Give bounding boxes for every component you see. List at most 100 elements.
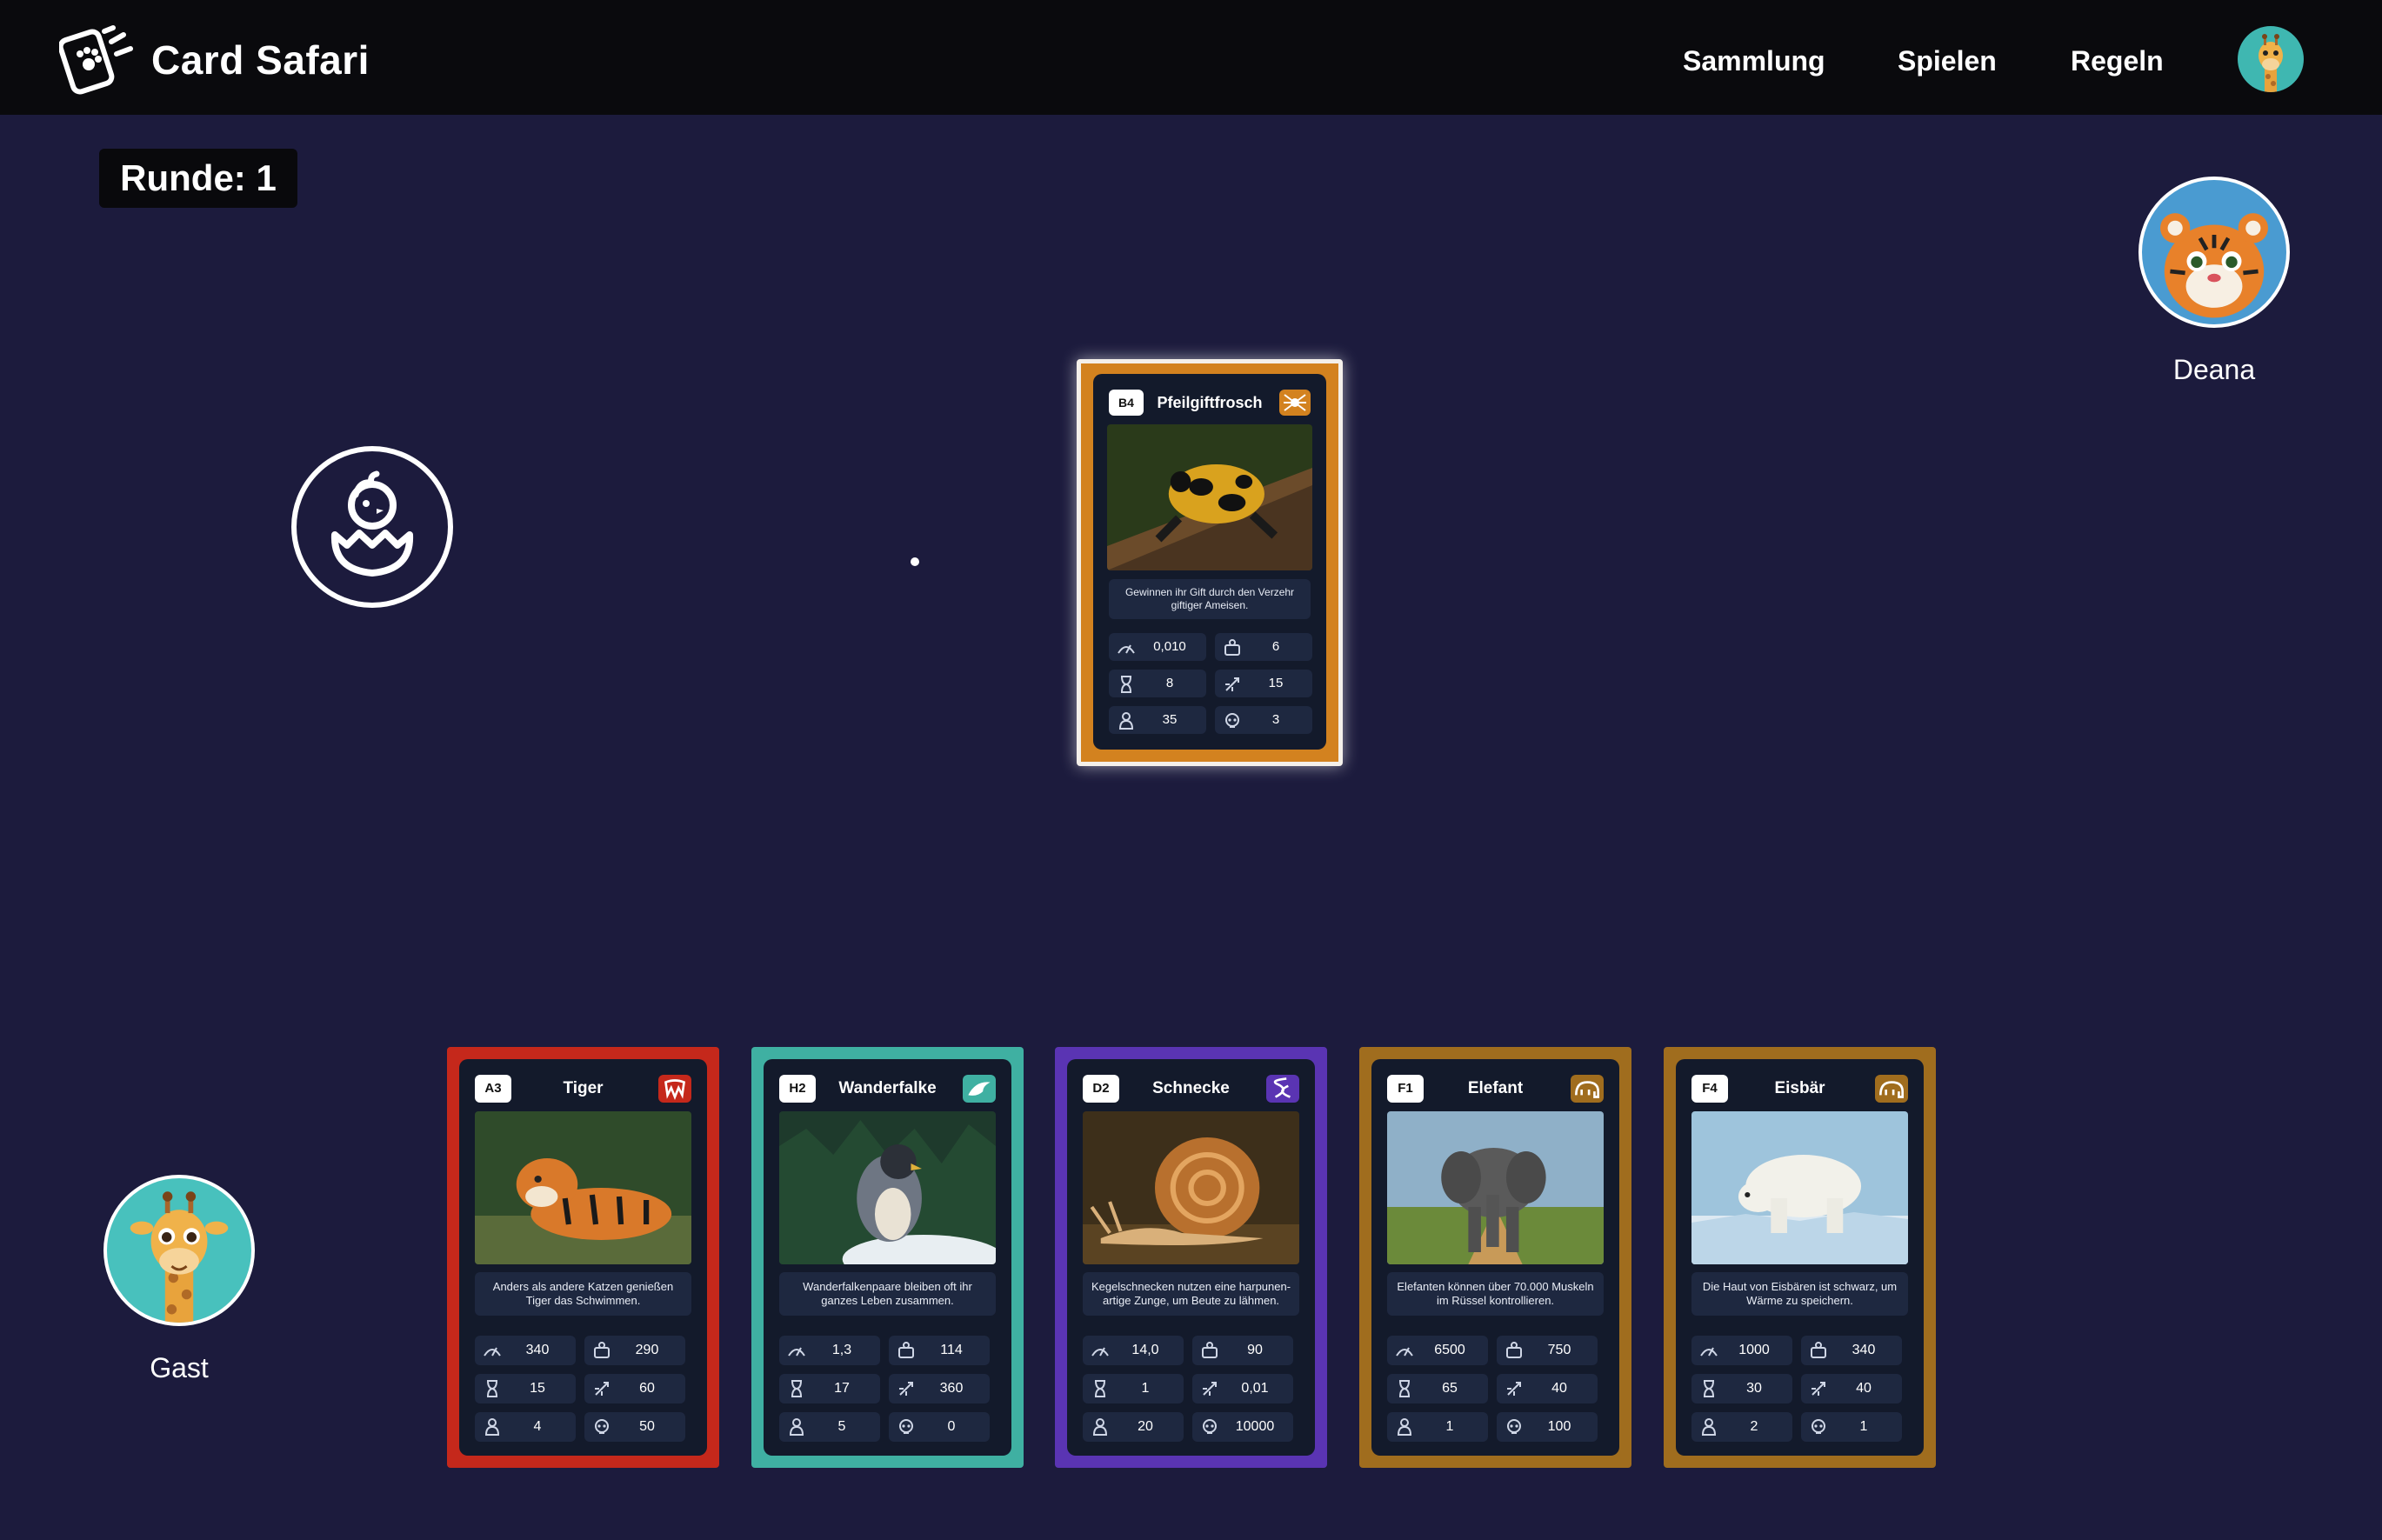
stat-weight[interactable]: 90 (1192, 1336, 1293, 1365)
stat-weight[interactable]: 114 (889, 1336, 990, 1365)
stat-attack[interactable]: 60 (584, 1374, 685, 1403)
card-description: Gewinnen ihr Gift durch den Verzehr gift… (1109, 579, 1311, 619)
weight-icon (1224, 639, 1240, 656)
hand-card[interactable]: D2 Schnecke Kegelschnecken nutzen eine har… (1055, 1047, 1327, 1468)
stat-attack[interactable]: 360 (889, 1374, 990, 1403)
hand-card[interactable]: F1 Elefant Elefanten können über 70.000 Mu… (1359, 1047, 1631, 1468)
card-name: Elefant (1467, 1079, 1524, 1097)
card-image (1691, 1111, 1908, 1264)
card-code: B4 (1109, 390, 1144, 416)
card-name: Pfeilgiftfrosch (1157, 394, 1263, 411)
stat-lifespan-hourglass[interactable]: 30 (1691, 1374, 1792, 1403)
stat-attack[interactable]: 40 (1801, 1374, 1902, 1403)
stat-danger-skull[interactable]: 0 (889, 1412, 990, 1442)
stat-offspring[interactable]: 4 (475, 1412, 576, 1442)
card-image (1083, 1111, 1299, 1264)
stat-lifespan-hourglass[interactable]: 8 (1109, 670, 1206, 697)
card-code: F1 (1387, 1075, 1424, 1103)
card-image (779, 1111, 996, 1264)
opponent-name: Deana (2172, 354, 2256, 385)
stat-offspring[interactable]: 20 (1083, 1412, 1184, 1442)
hand-card[interactable]: A3 Tiger Anders als andere Katzen genießen… (447, 1047, 719, 1468)
stat-weight[interactable]: 750 (1497, 1336, 1598, 1365)
hand-card[interactable]: F4 Eisbär Die Haut von Eisbären ist schwar… (1664, 1047, 1936, 1468)
lifespan-hourglass-icon (1095, 1380, 1105, 1397)
stat-danger-skull[interactable]: 10000 (1192, 1412, 1293, 1442)
app-title[interactable]: Card Safari (151, 37, 370, 83)
stat-value: 114 (940, 1343, 963, 1357)
stat-attack[interactable]: 15 (1215, 670, 1312, 697)
stat-lifespan-hourglass[interactable]: 15 (475, 1374, 576, 1403)
stat-danger-skull[interactable]: 100 (1497, 1412, 1598, 1442)
card-code: H2 (779, 1075, 816, 1103)
stat-speed[interactable]: 14,0 (1083, 1336, 1184, 1365)
stat-lifespan-hourglass[interactable]: 65 (1387, 1374, 1488, 1403)
stat-weight[interactable]: 340 (1801, 1336, 1902, 1365)
elephant-icon (1879, 1081, 1904, 1098)
card-name: Schnecke (1152, 1079, 1230, 1097)
stat-value: 8 (1165, 676, 1174, 690)
speed-icon (1118, 644, 1135, 654)
speed-icon (1700, 1347, 1718, 1357)
draw-deck-button[interactable] (291, 446, 453, 608)
stat-lifespan-hourglass[interactable]: 17 (779, 1374, 880, 1403)
speed-icon (1091, 1347, 1109, 1357)
attack-icon (899, 1382, 913, 1396)
stat-value: 340 (1852, 1343, 1876, 1357)
hand-card[interactable]: H2 Wanderfalke Wanderfalkenpaare bleiben o… (751, 1047, 1024, 1468)
stat-value: 360 (939, 1381, 964, 1396)
nav-regeln[interactable]: Regeln (2071, 45, 2164, 77)
stat-danger-skull[interactable]: 1 (1801, 1412, 1902, 1442)
lifespan-hourglass-icon (487, 1380, 497, 1397)
nav-sammlung[interactable]: Sammlung (1683, 45, 1825, 77)
card-name: Tiger (563, 1079, 604, 1097)
stat-speed[interactable]: 1,3 (779, 1336, 880, 1365)
lifespan-hourglass-icon (1399, 1380, 1410, 1397)
card-type-badge (1571, 1075, 1604, 1103)
weight-icon (594, 1342, 610, 1358)
bird-icon (968, 1082, 991, 1096)
giraffe-avatar-icon (2259, 34, 2283, 92)
offspring-icon (1701, 1418, 1717, 1436)
guest-avatar (103, 1175, 255, 1326)
stat-offspring[interactable]: 5 (779, 1412, 880, 1442)
stat-value: 35 (1162, 712, 1178, 727)
stat-attack[interactable]: 0,01 (1192, 1374, 1293, 1403)
user-avatar-button[interactable] (2238, 26, 2304, 92)
card-description: Elefanten können über 70.000 Muskeln im … (1387, 1272, 1604, 1316)
card-name: Eisbär (1774, 1079, 1825, 1097)
paw-cards-icon[interactable] (59, 23, 137, 96)
stat-value: 40 (1856, 1381, 1872, 1396)
card-type-badge (1279, 390, 1311, 416)
stat-weight[interactable]: 6 (1215, 633, 1312, 661)
played-card[interactable]: B4 Pfeilgiftfrosch Gewinnen ihr Gift dur… (1077, 359, 1343, 766)
stat-offspring[interactable]: 35 (1109, 706, 1206, 734)
stat-offspring[interactable]: 2 (1691, 1412, 1792, 1442)
stat-danger-skull[interactable]: 50 (584, 1412, 685, 1442)
center-marker (911, 557, 919, 566)
stat-speed[interactable]: 1000 (1691, 1336, 1792, 1365)
stat-value: 1 (1445, 1419, 1454, 1434)
weight-icon (898, 1342, 914, 1358)
offspring-icon (1397, 1418, 1412, 1436)
stat-offspring[interactable]: 1 (1387, 1412, 1488, 1442)
card-type-badge (1266, 1075, 1299, 1103)
card-image-frog (1107, 424, 1312, 570)
danger-skull-icon (1507, 1419, 1521, 1434)
stat-danger-skull[interactable]: 3 (1215, 706, 1312, 734)
stat-speed[interactable]: 0,010 (1109, 633, 1206, 661)
top-navigation-bar: Card Safari Sammlung Spielen Regeln (0, 0, 2382, 115)
stat-value: 6500 (1434, 1343, 1465, 1357)
stat-lifespan-hourglass[interactable]: 1 (1083, 1374, 1184, 1403)
weight-icon (1202, 1342, 1218, 1358)
stat-value: 10000 (1235, 1419, 1275, 1434)
stat-speed[interactable]: 6500 (1387, 1336, 1488, 1365)
stat-attack[interactable]: 40 (1497, 1374, 1598, 1403)
stat-value: 60 (639, 1381, 655, 1396)
card-description: Anders als andere Katzen genießen Tiger … (475, 1272, 691, 1316)
card-description: Die Haut von Eisbären ist schwarz, um Wä… (1691, 1272, 1908, 1316)
stat-speed[interactable]: 340 (475, 1336, 576, 1365)
nav-spielen[interactable]: Spielen (1898, 45, 1997, 77)
danger-skull-icon (899, 1419, 913, 1434)
stat-weight[interactable]: 290 (584, 1336, 685, 1365)
